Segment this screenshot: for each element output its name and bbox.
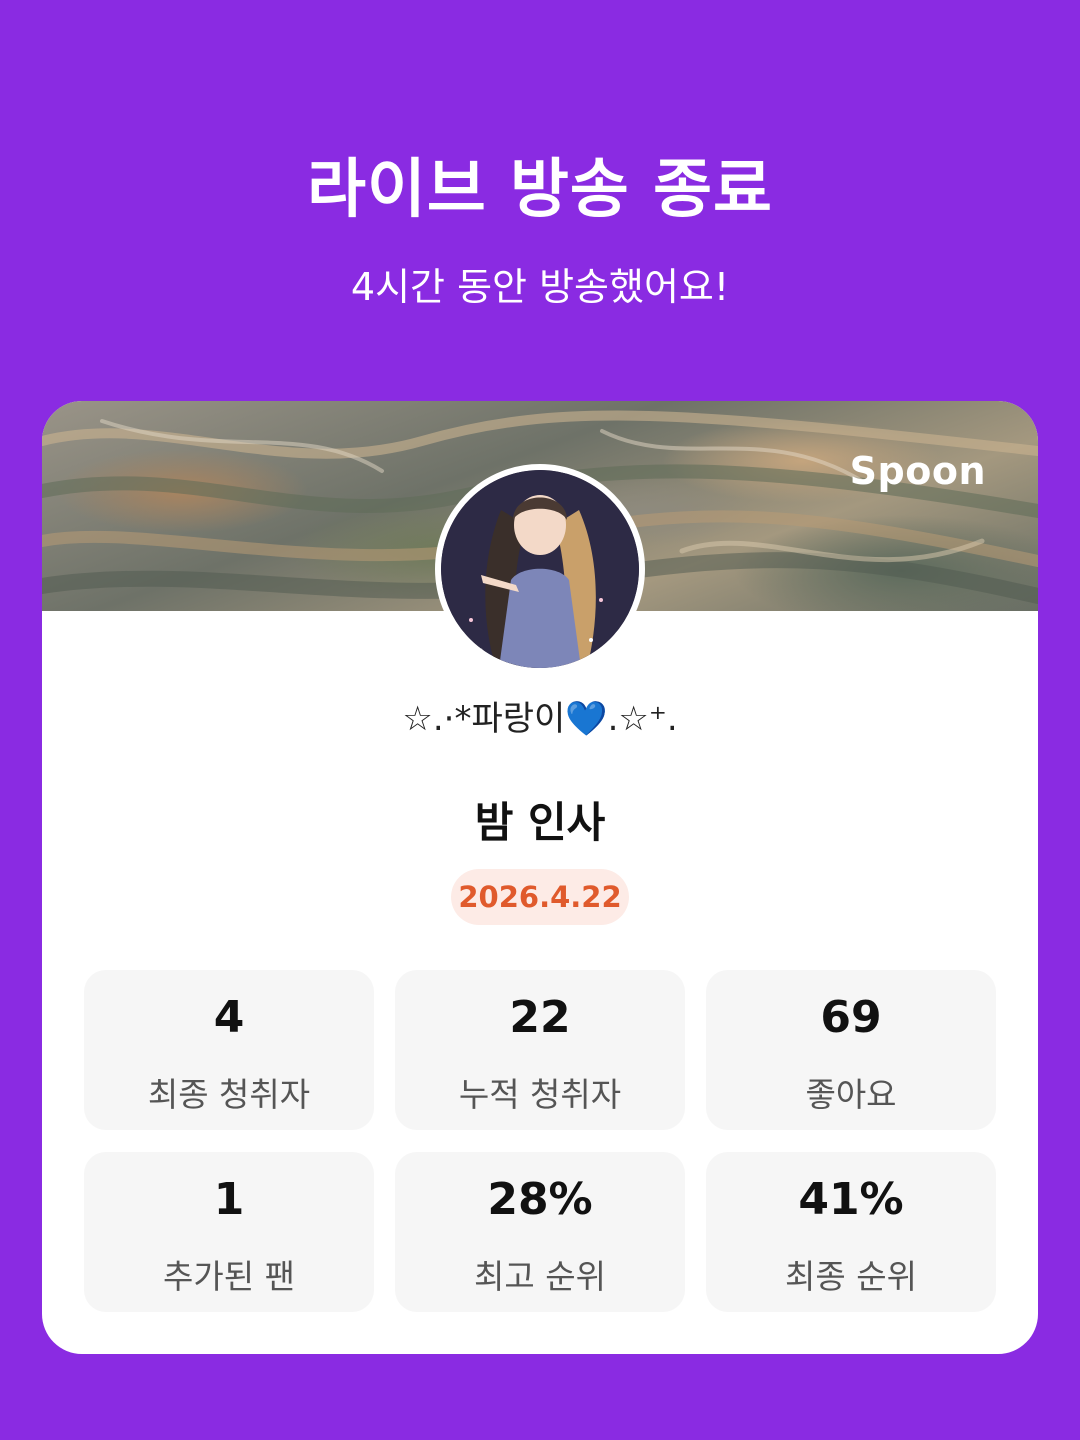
date-badge: 2026.4.22	[451, 869, 629, 925]
broadcaster-nickname[interactable]: ☆.·*파랑이💙.☆⁺.	[42, 691, 1038, 740]
stat-likes: 69 좋아요	[706, 970, 996, 1130]
broadcast-duration-text: 4시간 동안 방송했어요!	[350, 265, 730, 309]
stat-total-listeners: 22 누적 청취자	[395, 970, 685, 1130]
stat-value: 22	[509, 992, 571, 1043]
stat-value: 41%	[798, 1174, 904, 1225]
stat-label: 최종 청취자	[147, 1075, 311, 1114]
stat-new-fans: 1 추가된 팬	[84, 1152, 374, 1312]
stat-value: 4	[213, 992, 245, 1043]
spoon-logo: Spoon	[849, 449, 986, 493]
broadcast-title: 밤 인사	[474, 798, 606, 847]
stat-label: 누적 청취자	[458, 1075, 622, 1114]
broadcast-summary-card: Spoon ☆.·*파랑이💙.☆⁺. 밤 인사 2026.4.22 4 최종 청…	[42, 401, 1038, 1354]
stat-highest-rank: 28% 최고 순위	[395, 1152, 685, 1312]
stat-label: 최종 순위	[785, 1257, 917, 1296]
stat-final-rank: 41% 최종 순위	[706, 1152, 996, 1312]
avatar[interactable]	[435, 464, 645, 674]
stat-value: 1	[213, 1174, 245, 1225]
stat-value: 28%	[487, 1174, 593, 1225]
stat-label: 좋아요	[805, 1075, 897, 1114]
stat-value: 69	[820, 992, 882, 1043]
stat-label: 추가된 팬	[163, 1257, 295, 1296]
live-ended-screen: 라이브 방송 종료 4시간 동안 방송했어요! Spoon ☆.·*파랑이💙.☆…	[0, 0, 1080, 1440]
stat-label: 최고 순위	[474, 1257, 606, 1296]
page-title: 라이브 방송 종료	[307, 153, 773, 227]
stat-final-listeners: 4 최종 청취자	[84, 970, 374, 1130]
